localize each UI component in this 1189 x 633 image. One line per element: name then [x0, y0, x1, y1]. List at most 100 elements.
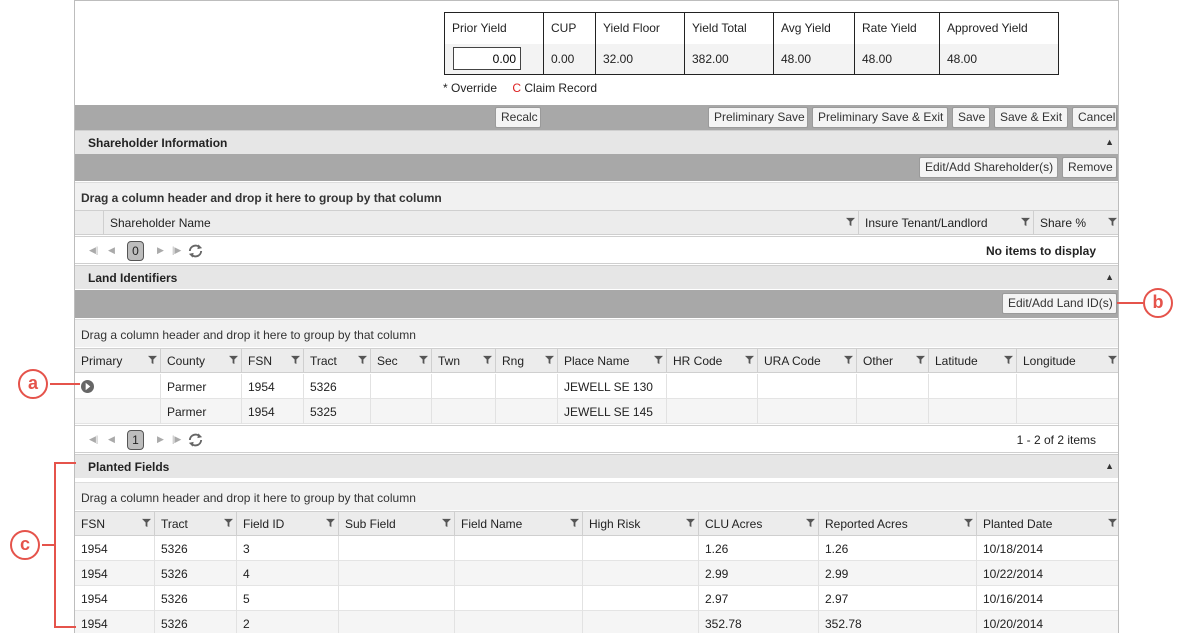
filter-icon[interactable] [846, 217, 855, 226]
save-button[interactable]: Save [952, 107, 990, 128]
remove-shareholder-button[interactable]: Remove [1062, 157, 1117, 178]
planted-group-panel[interactable]: Drag a column header and drop it here to… [75, 482, 1118, 510]
header-field-name[interactable]: Field Name [455, 512, 583, 536]
shareholder-section-header[interactable]: Shareholder Information ▲ [75, 130, 1118, 154]
filter-icon[interactable] [570, 518, 579, 527]
land-row[interactable]: Parmer 1954 5326 JEWELL SE 130 [75, 374, 1118, 399]
land-group-panel[interactable]: Drag a column header and drop it here to… [75, 319, 1118, 347]
header-county[interactable]: County [161, 349, 242, 373]
preliminary-save-exit-button[interactable]: Preliminary Save & Exit [812, 107, 948, 128]
planted-row[interactable]: 1954 5326 4 2.99 2.99 10/22/2014 [75, 561, 1118, 586]
header-field-id[interactable]: Field ID [237, 512, 339, 536]
recalc-button[interactable]: Recalc [495, 107, 541, 128]
filter-icon[interactable] [916, 355, 925, 364]
filter-icon[interactable] [442, 518, 451, 527]
collapse-icon[interactable]: ▲ [1105, 461, 1114, 471]
land-section-header[interactable]: Land Identifiers ▲ [75, 265, 1118, 289]
filter-icon[interactable] [419, 355, 428, 364]
first-page-icon[interactable]: ◀| [89, 245, 98, 256]
header-longitude[interactable]: Longitude [1017, 349, 1118, 373]
preliminary-save-button[interactable]: Preliminary Save [708, 107, 808, 128]
cancel-button[interactable]: Cancel [1072, 107, 1117, 128]
header-latitude[interactable]: Latitude [929, 349, 1017, 373]
current-page[interactable]: 0 [127, 241, 144, 261]
filter-icon[interactable] [148, 355, 157, 364]
primary-cell[interactable] [75, 399, 161, 424]
land-cell: JEWELL SE 130 [558, 374, 667, 399]
header-ura-code[interactable]: URA Code [758, 349, 857, 373]
filter-icon[interactable] [545, 355, 554, 364]
filter-icon[interactable] [1004, 355, 1013, 364]
filter-icon[interactable] [358, 355, 367, 364]
filter-icon[interactable] [844, 355, 853, 364]
header-fsn[interactable]: FSN [242, 349, 304, 373]
header-reported-acres[interactable]: Reported Acres [819, 512, 977, 536]
refresh-icon[interactable] [187, 243, 204, 259]
yield-header-total: Yield Total [684, 12, 774, 44]
callout-c-bracket-top [54, 462, 76, 464]
header-tract[interactable]: Tract [155, 512, 237, 536]
filter-icon[interactable] [745, 355, 754, 364]
filter-icon[interactable] [1021, 217, 1030, 226]
planted-row[interactable]: 1954 5326 5 2.97 2.97 10/16/2014 [75, 586, 1118, 611]
filter-icon[interactable] [291, 355, 300, 364]
filter-icon[interactable] [964, 518, 973, 527]
next-page-icon[interactable]: ▶ [157, 245, 164, 256]
planted-cell: 2.99 [819, 561, 977, 586]
filter-icon[interactable] [1108, 217, 1117, 226]
last-page-icon[interactable]: |▶ [172, 434, 181, 445]
first-page-icon[interactable]: ◀| [89, 434, 98, 445]
filter-icon[interactable] [142, 518, 151, 527]
save-exit-button[interactable]: Save & Exit [994, 107, 1068, 128]
yield-header-floor: Yield Floor [595, 12, 685, 44]
selected-arrow-icon[interactable] [81, 380, 94, 393]
filter-icon[interactable] [483, 355, 492, 364]
planted-row[interactable]: 1954 5326 3 1.26 1.26 10/18/2014 [75, 536, 1118, 561]
planted-section-header[interactable]: Planted Fields ▲ [75, 454, 1118, 478]
header-label: Planted Date [983, 517, 1053, 531]
header-hr-code[interactable]: HR Code [667, 349, 758, 373]
header-high-risk[interactable]: High Risk [583, 512, 699, 536]
land-cell [929, 399, 1017, 424]
last-page-icon[interactable]: |▶ [172, 245, 181, 256]
header-shareholder-name[interactable]: Shareholder Name [104, 211, 859, 235]
header-sec[interactable]: Sec [371, 349, 432, 373]
collapse-icon[interactable]: ▲ [1105, 272, 1114, 282]
header-planted-date[interactable]: Planted Date [977, 512, 1118, 536]
filter-icon[interactable] [654, 355, 663, 364]
header-tract[interactable]: Tract [304, 349, 371, 373]
header-fsn[interactable]: FSN [75, 512, 155, 536]
land-cell [667, 374, 758, 399]
prev-page-icon[interactable]: ◀ [108, 245, 115, 256]
shareholder-group-panel[interactable]: Drag a column header and drop it here to… [75, 182, 1118, 210]
planted-cell: 352.78 [699, 611, 819, 633]
next-page-icon[interactable]: ▶ [157, 434, 164, 445]
header-share-percent[interactable]: Share % [1034, 211, 1118, 235]
header-twn[interactable]: Twn [432, 349, 496, 373]
prior-yield-input[interactable] [453, 47, 521, 71]
land-row[interactable]: Parmer 1954 5325 JEWELL SE 145 [75, 399, 1118, 424]
edit-add-shareholder-button[interactable]: Edit/Add Shareholder(s) [919, 157, 1058, 178]
primary-cell[interactable] [75, 374, 161, 399]
filter-icon[interactable] [1108, 518, 1117, 527]
filter-icon[interactable] [229, 355, 238, 364]
filter-icon[interactable] [1108, 355, 1117, 364]
filter-icon[interactable] [224, 518, 233, 527]
header-clu-acres[interactable]: CLU Acres [699, 512, 819, 536]
current-page[interactable]: 1 [127, 430, 144, 450]
header-rng[interactable]: Rng [496, 349, 558, 373]
header-sub-field[interactable]: Sub Field [339, 512, 455, 536]
collapse-icon[interactable]: ▲ [1105, 137, 1114, 147]
filter-icon[interactable] [686, 518, 695, 527]
refresh-icon[interactable] [187, 432, 204, 448]
prev-page-icon[interactable]: ◀ [108, 434, 115, 445]
filter-icon[interactable] [326, 518, 335, 527]
edit-add-land-button[interactable]: Edit/Add Land ID(s) [1002, 293, 1117, 314]
header-primary[interactable]: Primary [75, 349, 161, 373]
header-other[interactable]: Other [857, 349, 929, 373]
land-cell [371, 374, 432, 399]
planted-row[interactable]: 1954 5326 2 352.78 352.78 10/20/2014 [75, 611, 1118, 633]
header-place-name[interactable]: Place Name [558, 349, 667, 373]
header-insure-tenant[interactable]: Insure Tenant/Landlord [859, 211, 1034, 235]
filter-icon[interactable] [806, 518, 815, 527]
